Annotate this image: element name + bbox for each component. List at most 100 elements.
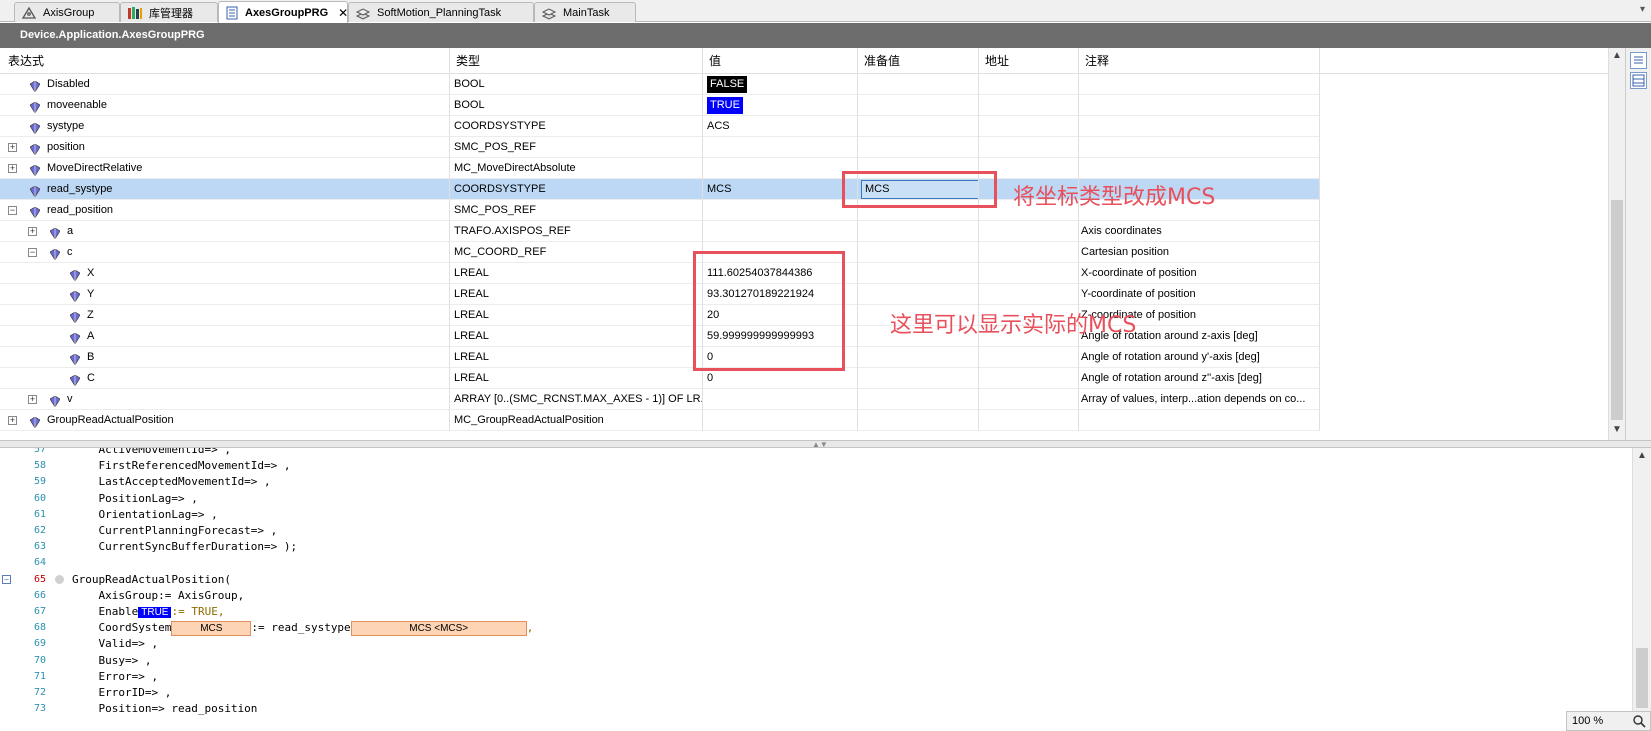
cell-prepared-value[interactable] (858, 347, 979, 368)
cell-prepared-value[interactable] (858, 116, 979, 137)
inline-value-true: TRUE (138, 607, 172, 618)
zoom-control[interactable]: 100 % (1566, 711, 1651, 731)
table-row[interactable]: + position SMC_POS_REF (0, 137, 1320, 158)
tab-softmotion-planningtask[interactable]: SoftMotion_PlanningTask (348, 2, 534, 22)
variable-icon (49, 247, 61, 261)
collapse-icon[interactable]: − (28, 248, 37, 257)
expand-icon[interactable]: + (28, 395, 37, 404)
table-view-icon[interactable] (1630, 72, 1647, 89)
cell-prepared-value[interactable] (858, 263, 979, 284)
table-row[interactable]: − c MC_COORD_REF Cartesian position (0, 242, 1320, 263)
code-line[interactable]: 66 AxisGroup:= AxisGroup, (0, 587, 1632, 604)
column-header-comment[interactable]: 注释 (1079, 48, 1320, 74)
code-line[interactable]: 62 CurrentPlanningForecast=> , (0, 522, 1632, 539)
program-icon (225, 6, 239, 20)
tab-axisgroup[interactable]: AxisGroup (14, 2, 120, 22)
close-icon[interactable]: ✕ (338, 6, 348, 20)
pane-splitter[interactable]: ▲▼ (0, 440, 1651, 449)
cell-type: SMC_POS_REF (450, 200, 703, 221)
code-line[interactable]: 70 Busy=> , (0, 652, 1632, 669)
scroll-up-icon[interactable]: ▲ (1612, 50, 1622, 61)
column-header-prepared-value[interactable]: 准备值 (858, 48, 979, 74)
fold-icon[interactable]: − (2, 574, 11, 584)
tab-list-dropdown-icon[interactable]: ▾ (1640, 4, 1645, 15)
code-vertical-scrollbar[interactable]: ▲ (1632, 448, 1651, 731)
code-line[interactable]: 59 LastAcceptedMovementId=> , (0, 473, 1632, 490)
value-badge: TRUE (707, 97, 743, 114)
code-line[interactable]: − 65 GroupReadActualPosition( (0, 571, 1632, 588)
table-row[interactable]: systype COORDSYSTYPE ACS (0, 116, 1320, 137)
cell-prepared-value[interactable] (858, 74, 979, 95)
cell-prepared-value[interactable] (858, 410, 979, 431)
code-line[interactable]: 72 ErrorID=> , (0, 684, 1632, 701)
tab-axesgroupprg[interactable]: AxesGroupPRG ✕ (218, 1, 348, 23)
line-number: 63 (33, 541, 46, 553)
cell-comment (1079, 74, 1320, 95)
cell-type: MC_MoveDirectAbsolute (450, 158, 703, 179)
expand-icon[interactable]: + (28, 227, 37, 236)
breakpoint-marker-icon[interactable] (55, 574, 64, 584)
cell-expression: − read_position (0, 200, 450, 221)
cell-address (979, 137, 1079, 158)
inline-value-mcs: MCS (171, 620, 252, 636)
code-line[interactable]: 69 Valid=> , (0, 635, 1632, 652)
cell-comment: Angle of rotation around z''-axis [deg] (1079, 368, 1320, 389)
cell-address (979, 389, 1079, 410)
code-text: FirstReferencedMovementId=> , (72, 459, 291, 473)
variable-icon (29, 100, 41, 114)
column-header-expression[interactable]: 表达式 (0, 48, 450, 74)
watch-view-icon[interactable] (1630, 52, 1647, 69)
table-row[interactable]: + MoveDirectRelative MC_MoveDirectAbsolute (0, 158, 1320, 179)
code-text: CurrentSyncBufferDuration=> ); (72, 540, 298, 554)
table-row[interactable]: Disabled BOOL FALSE (0, 74, 1320, 95)
cell-type: LREAL (450, 326, 703, 347)
cell-prepared-value[interactable] (858, 389, 979, 410)
table-row[interactable]: moveenable BOOL TRUE (0, 95, 1320, 116)
table-row[interactable]: + v ARRAY [0..(SMC_RCNST.MAX_AXES - 1)] OF… (0, 389, 1320, 410)
table-row[interactable]: X LREAL 111.60254037844386 X-coordinate of … (0, 263, 1320, 284)
code-text: CurrentPlanningForecast=> , (72, 524, 278, 537)
cell-prepared-value[interactable] (858, 137, 979, 158)
code-line[interactable]: 73 Position=> read_position (0, 700, 1632, 717)
cell-prepared-value[interactable] (858, 221, 979, 242)
code-line[interactable]: 61 OrientationLag=> , (0, 506, 1632, 523)
expand-icon[interactable]: + (8, 416, 17, 425)
cell-prepared-value[interactable] (858, 368, 979, 389)
tab-library-manager[interactable]: 库管理器 (120, 2, 218, 22)
cell-prepared-value[interactable] (858, 95, 979, 116)
code-editor[interactable]: 57 ActiveMovementId=> , 58 FirstReference… (0, 448, 1632, 731)
table-row[interactable]: + GroupReadActualPosition MC_GroupReadActu… (0, 410, 1320, 431)
table-row[interactable]: + a TRAFO.AXISPOS_REF Axis coordinates (0, 221, 1320, 242)
column-header-address[interactable]: 地址 (979, 48, 1079, 74)
cell-comment (1079, 137, 1320, 158)
code-line[interactable]: 63 CurrentSyncBufferDuration=> ); (0, 538, 1632, 555)
code-line[interactable]: 64 (0, 554, 1632, 571)
cell-prepared-value[interactable] (858, 242, 979, 263)
zoom-icon[interactable] (1632, 714, 1646, 731)
cell-type: LREAL (450, 284, 703, 305)
scrollbar-thumb[interactable] (1611, 200, 1623, 420)
expand-icon[interactable]: + (8, 143, 17, 152)
expand-icon[interactable]: + (8, 164, 17, 173)
watch-vertical-scrollbar[interactable]: ▲ ▼ (1608, 48, 1625, 440)
tab-maintask[interactable]: MainTask (534, 2, 636, 22)
cell-prepared-value[interactable] (858, 284, 979, 305)
table-row[interactable]: B LREAL 0 Angle of rotation around y'-axis … (0, 347, 1320, 368)
scroll-down-icon[interactable]: ▼ (1612, 424, 1622, 435)
code-line[interactable]: 58 FirstReferencedMovementId=> , (0, 457, 1632, 474)
code-line[interactable]: 71 Error=> , (0, 668, 1632, 685)
scroll-up-icon[interactable]: ▲ (1637, 450, 1647, 461)
tab-label: MainTask (563, 6, 610, 19)
cell-address (979, 368, 1079, 389)
collapse-icon[interactable]: − (8, 206, 17, 215)
code-line[interactable]: 60 PositionLag=> , (0, 490, 1632, 507)
scrollbar-thumb[interactable] (1636, 648, 1648, 708)
code-line[interactable]: 68 CoordSystem MCS:= read_systype MCS <MCS… (0, 619, 1632, 636)
value-text: 0 (707, 372, 714, 384)
table-row[interactable]: Y LREAL 93.301270189221924 Y-coordinate of … (0, 284, 1320, 305)
table-row[interactable]: C LREAL 0 Angle of rotation around z''-axis… (0, 368, 1320, 389)
code-line[interactable]: 67 Enable TRUE:= TRUE, (0, 603, 1632, 620)
variable-icon (69, 268, 81, 282)
column-header-type[interactable]: 类型 (450, 48, 703, 74)
column-header-value[interactable]: 值 (703, 48, 858, 74)
